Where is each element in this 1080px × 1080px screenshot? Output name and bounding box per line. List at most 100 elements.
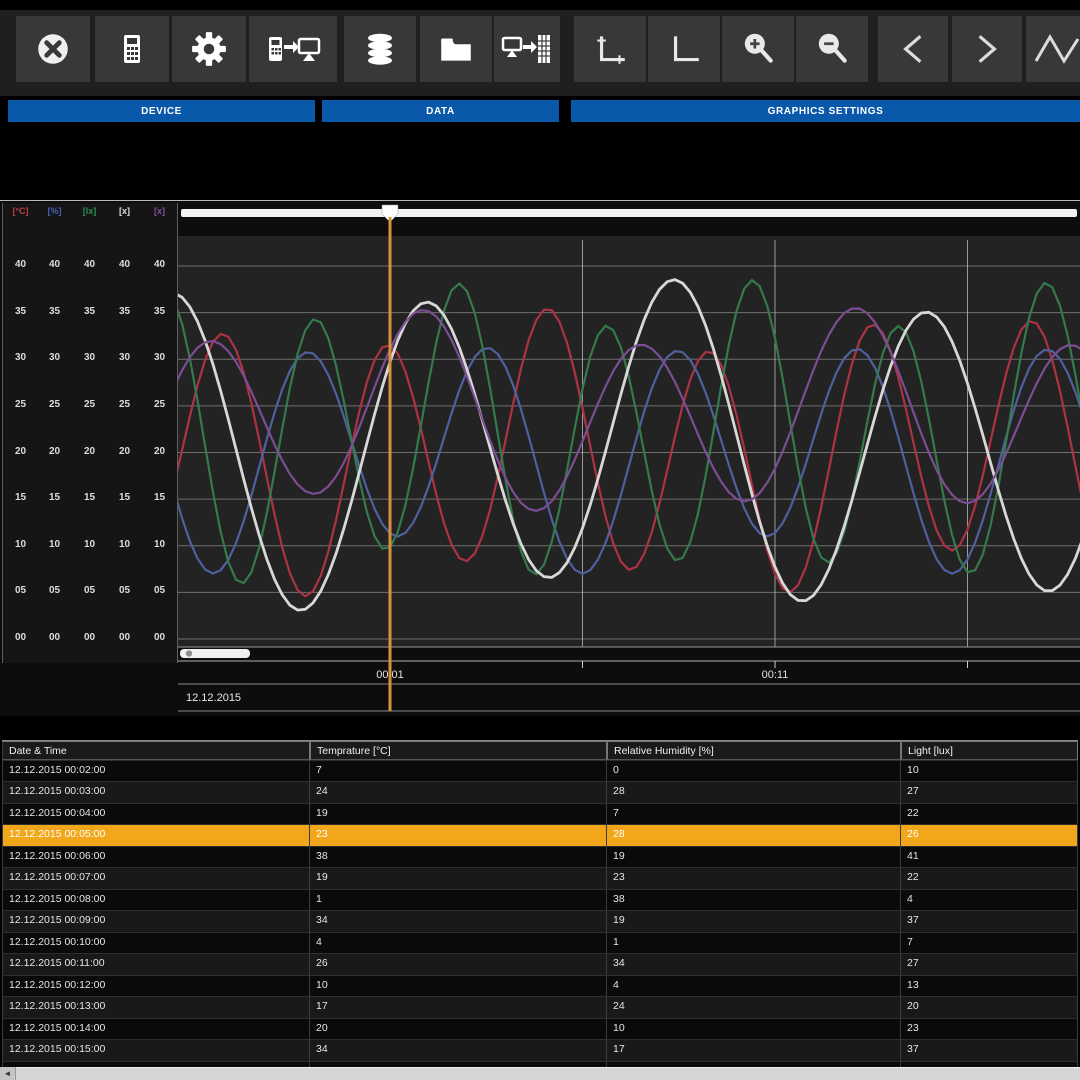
- axis-tick-label: 05: [3, 585, 38, 596]
- table-cell: 17: [310, 997, 607, 1017]
- table-cell: 12.12.2015 00:07:00: [2, 868, 310, 888]
- axis-tick-label: 20: [142, 446, 177, 457]
- axis-tick-label: 15: [37, 492, 72, 503]
- axis-default-button[interactable]: [648, 16, 720, 82]
- section-device: DEVICE: [8, 100, 315, 122]
- open-file-button[interactable]: [420, 16, 492, 82]
- table-cell: 23: [310, 825, 607, 845]
- chevron-right-icon: [968, 30, 1006, 68]
- axis-tick-label: 05: [37, 585, 72, 596]
- axis-tick-label: 30: [72, 352, 107, 363]
- scrollbar-thumb[interactable]: [16, 1067, 1080, 1080]
- axis-strip-1: [%]403530252015100500: [37, 203, 73, 663]
- axis-icon: [665, 30, 703, 68]
- table-cell: 7: [607, 804, 901, 824]
- table-cell: 10: [310, 976, 607, 996]
- axis-tick-label: 00: [3, 632, 38, 643]
- table-cell: 4: [607, 976, 901, 996]
- table-row[interactable]: 12.12.2015 00:02:007010: [2, 761, 1078, 782]
- next-button[interactable]: [952, 16, 1022, 82]
- database-button[interactable]: [344, 16, 416, 82]
- table-cell: 12.12.2015 00:08:00: [2, 890, 310, 910]
- curve-icon: [1034, 30, 1080, 68]
- x-axis-tick-label: 00:11: [762, 669, 789, 681]
- table-header-cell[interactable]: Relative Humidity [%]: [607, 741, 901, 760]
- axis-tick-label: 10: [37, 539, 72, 550]
- table-cell: 37: [901, 1040, 1078, 1060]
- table-row[interactable]: 12.12.2015 00:08:001384: [2, 890, 1078, 911]
- axis-scale-button[interactable]: [574, 16, 646, 82]
- table-cell: 12.12.2015 00:09:00: [2, 911, 310, 931]
- table-cell: 37: [901, 911, 1078, 931]
- table-cell: 12.12.2015 00:14:00: [2, 1019, 310, 1039]
- axis-tick-label: 10: [107, 539, 142, 550]
- table-row[interactable]: 12.12.2015 00:15:00341737: [2, 1040, 1078, 1061]
- table-cell: 7: [901, 933, 1078, 953]
- axis-tick-label: 35: [142, 306, 177, 317]
- table-row[interactable]: 12.12.2015 00:11:00263427: [2, 954, 1078, 975]
- axis-tick-label: 25: [3, 399, 38, 410]
- zoom-in-button[interactable]: [722, 16, 794, 82]
- table-cell: 10: [607, 1019, 901, 1039]
- section-device-label: DEVICE: [141, 106, 182, 117]
- table-cell: 12.12.2015 00:12:00: [2, 976, 310, 996]
- table-row[interactable]: 12.12.2015 00:13:00172420: [2, 997, 1078, 1018]
- table-header-row: Date & TimeTemprature [°C]Relative Humid…: [2, 741, 1078, 761]
- horizontal-scrollbar: ◄: [0, 1067, 1080, 1080]
- axis-unit-label: [lx]: [72, 206, 107, 216]
- axis-tick-label: 40: [37, 259, 72, 270]
- settings-button[interactable]: [172, 16, 246, 82]
- axis-tick-label: 05: [107, 585, 142, 596]
- table-row[interactable]: 12.12.2015 00:12:0010413: [2, 976, 1078, 997]
- table-row[interactable]: 12.12.2015 00:04:0019722: [2, 804, 1078, 825]
- time-slider-track[interactable]: [181, 209, 1077, 217]
- chart-plot[interactable]: 00:0100:1112.12.2015: [178, 203, 1080, 715]
- axis-tick-label: 05: [142, 585, 177, 596]
- curve-button[interactable]: [1026, 16, 1080, 82]
- table-cell: 23: [901, 1019, 1078, 1039]
- read-device-button[interactable]: [249, 16, 337, 82]
- table-cell: 12.12.2015 00:06:00: [2, 847, 310, 867]
- axis-tick-label: 20: [37, 446, 72, 457]
- table-header-cell[interactable]: Date & Time: [2, 741, 310, 760]
- close-button[interactable]: [16, 16, 90, 82]
- table-header-cell[interactable]: Light [lux]: [901, 741, 1078, 760]
- axis-tick-label: 40: [3, 259, 38, 270]
- axis-tick-label: 30: [107, 352, 142, 363]
- axis-tick-label: 25: [72, 399, 107, 410]
- axis-tick-label: 40: [72, 259, 107, 270]
- table-cell: 12.12.2015 00:11:00: [2, 954, 310, 974]
- table-cell: 28: [607, 782, 901, 802]
- folder-icon: [437, 30, 475, 68]
- export-table-button[interactable]: [494, 16, 560, 82]
- table-cell: 20: [310, 1019, 607, 1039]
- table-row[interactable]: 12.12.2015 00:10:00417: [2, 933, 1078, 954]
- axis-tick-label: 30: [37, 352, 72, 363]
- axis-tick-label: 15: [3, 492, 38, 503]
- table-cell: 38: [607, 890, 901, 910]
- table-row[interactable]: 12.12.2015 00:07:00192322: [2, 868, 1078, 889]
- zoom-out-icon: [813, 30, 851, 68]
- axis-tick-label: 40: [107, 259, 142, 270]
- table-row[interactable]: 12.12.2015 00:09:00341937: [2, 911, 1078, 932]
- table-cell: 27: [901, 954, 1078, 974]
- axis-tick-label: 15: [107, 492, 142, 503]
- axis-tick-label: 25: [107, 399, 142, 410]
- table-row[interactable]: 12.12.2015 00:06:00381941: [2, 847, 1078, 868]
- table-cell: 23: [607, 868, 901, 888]
- table-row-selected[interactable]: 12.12.2015 00:05:00232826: [2, 825, 1078, 846]
- database-icon: [362, 30, 398, 68]
- axis-tick-label: 10: [3, 539, 38, 550]
- table-row[interactable]: 12.12.2015 00:14:00201023: [2, 1019, 1078, 1040]
- axis-tick-label: 15: [72, 492, 107, 503]
- table-row[interactable]: 12.12.2015 00:03:00242827: [2, 782, 1078, 803]
- table-cell: 27: [901, 782, 1078, 802]
- table-cell: 22: [901, 804, 1078, 824]
- table-header-cell[interactable]: Temprature [°C]: [310, 741, 607, 760]
- device-button[interactable]: [95, 16, 169, 82]
- zoom-out-button[interactable]: [796, 16, 868, 82]
- axis-unit-label: [x]: [107, 206, 142, 216]
- axis-unit-label: [%]: [37, 206, 72, 216]
- previous-button[interactable]: [878, 16, 948, 82]
- scroll-left-button[interactable]: ◄: [0, 1067, 16, 1080]
